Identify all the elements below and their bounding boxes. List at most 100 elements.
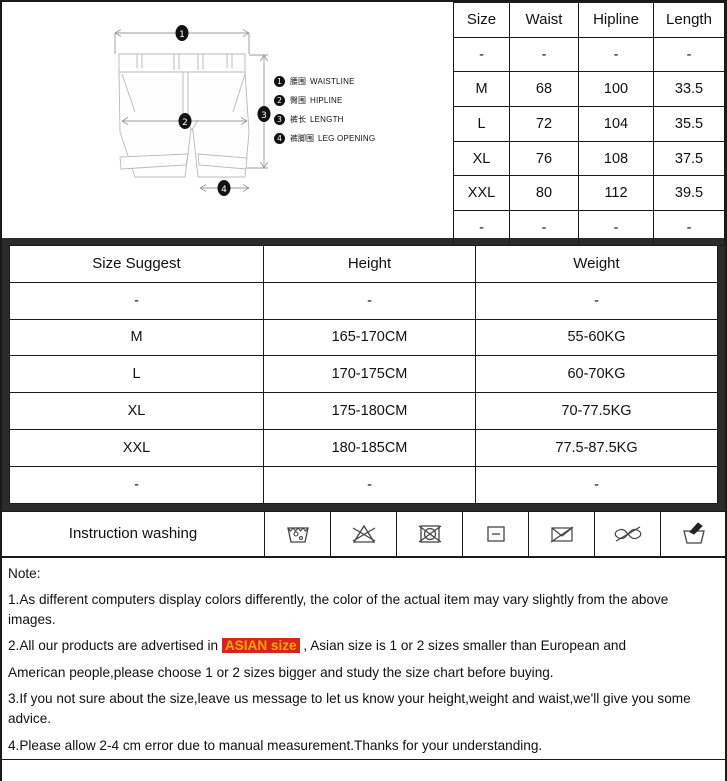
legend-item-length: 3 裤长 LENGTH xyxy=(274,110,375,129)
table-row: XXL 180-185CM 77.5-87.5KG xyxy=(9,428,718,467)
cell-length: 37.5 xyxy=(653,140,725,177)
legend-label-en-hipline: HIPLINE xyxy=(310,96,343,105)
legend-label-cn-length: 裤长 xyxy=(290,115,306,124)
legend-item-hipline: 2 臀围 HIPLINE xyxy=(274,91,375,110)
table-row: - - - - xyxy=(453,210,725,246)
cell-weight: 55-60KG xyxy=(475,318,718,357)
cell-waist: 80 xyxy=(509,175,579,212)
cell-height: - xyxy=(263,281,476,320)
table-row: XXL 80 112 39.5 xyxy=(453,175,725,212)
top-section: 1 2 3 4 1 腰围 WAISTLINE 2 臀围 HIPLINE 3 裤长… xyxy=(2,2,725,246)
table-row: - - - xyxy=(9,281,718,320)
diagram-marker-2: 2 xyxy=(178,113,192,129)
svg-text:3: 3 xyxy=(261,111,267,121)
note-title: Note: xyxy=(8,565,41,581)
cell-height: 180-185CM xyxy=(263,428,476,467)
cell-size: - xyxy=(453,210,510,246)
cell-size: XL xyxy=(453,140,510,177)
cell-waist: 76 xyxy=(509,140,579,177)
cell-waist: - xyxy=(509,210,579,246)
header-height: Height xyxy=(263,245,476,283)
legend-label-en-length: LENGTH xyxy=(310,115,344,124)
cell-length: 35.5 xyxy=(653,106,725,142)
table-row: M 68 100 33.5 xyxy=(453,71,725,108)
header-weight: Weight xyxy=(475,245,718,283)
do-not-drip-dry-icon xyxy=(528,510,595,557)
shorts-diagram: 1 2 3 4 1 腰围 WAISTLINE 2 臀围 HIPLINE 3 裤长… xyxy=(2,2,457,238)
cell-waist: 68 xyxy=(509,71,579,108)
legend-item-waistline: 1 腰围 WAISTLINE xyxy=(274,72,375,91)
cell-size: XXL xyxy=(453,175,510,212)
cell-size: XXL xyxy=(9,428,264,467)
legend-label-en-waistline: WAISTLINE xyxy=(310,77,355,86)
size-suggest-table: Size Suggest Height Weight - - - M 165-1… xyxy=(9,245,718,504)
table-row: XL 175-180CM 70-77.5KG xyxy=(9,392,718,430)
cell-size: - xyxy=(453,36,510,73)
cell-waist: - xyxy=(509,36,579,73)
table-row: XL 76 108 37.5 xyxy=(453,140,725,177)
washing-instructions-row: Instruction washing xyxy=(2,510,726,557)
table-row: - - - xyxy=(9,465,718,504)
cell-hipline: 108 xyxy=(578,140,654,177)
note-line-3: 3.If you not sure about the size,leave u… xyxy=(8,691,691,726)
header-length: Length xyxy=(653,2,725,38)
shorts-technical-drawing-icon: 1 2 3 4 xyxy=(114,25,271,196)
cell-length: - xyxy=(653,36,725,73)
header-waist: Waist xyxy=(509,2,579,38)
table-row: M 165-170CM 55-60KG xyxy=(9,318,718,357)
cell-hipline: 112 xyxy=(578,175,654,212)
table-header-row: Size Suggest Height Weight xyxy=(9,245,718,283)
cell-size: M xyxy=(453,71,510,108)
hand-wash-icon xyxy=(660,510,726,557)
svg-text:4: 4 xyxy=(221,185,227,195)
table-row: - - - - xyxy=(453,36,725,73)
note-line-2-part-b: , Asian size is 1 or 2 sizes smaller tha… xyxy=(299,638,627,654)
legend-label-cn-leg-opening: 裤脚围 xyxy=(290,134,314,143)
cell-height: 170-175CM xyxy=(263,355,476,394)
diagram-marker-4: 4 xyxy=(217,180,231,196)
size-chart-page: 1 2 3 4 1 腰围 WAISTLINE 2 臀围 HIPLINE 3 裤长… xyxy=(0,0,727,781)
svg-text:1: 1 xyxy=(179,30,185,40)
cell-height: 175-180CM xyxy=(263,392,476,430)
cell-size: XL xyxy=(9,392,264,430)
cell-waist: 72 xyxy=(509,106,579,142)
cell-size: M xyxy=(9,318,264,357)
table-row: L 72 104 35.5 xyxy=(453,106,725,142)
legend-badge-3: 3 xyxy=(274,114,285,125)
diagram-marker-3: 3 xyxy=(257,106,271,122)
cell-hipline: - xyxy=(578,36,654,73)
cell-hipline: - xyxy=(578,210,654,246)
cell-size: - xyxy=(9,281,264,320)
cell-size: L xyxy=(453,106,510,142)
size-suggest-section: Size Suggest Height Weight - - - M 165-1… xyxy=(2,245,725,511)
legend-badge-4: 4 xyxy=(274,133,285,144)
legend-label-cn-waistline: 腰围 xyxy=(290,77,306,86)
cell-weight: 70-77.5KG xyxy=(475,392,718,430)
svg-text:2: 2 xyxy=(182,118,188,128)
diagram-marker-1: 1 xyxy=(175,25,189,41)
machine-wash-icon xyxy=(264,510,331,557)
do-not-bleach-icon xyxy=(330,510,397,557)
cell-weight: 60-70KG xyxy=(475,355,718,394)
legend-label-en-leg-opening: LEG OPENING xyxy=(318,134,376,143)
legend-item-leg-opening: 4 裤脚围 LEG OPENING xyxy=(274,129,375,148)
cell-length: 33.5 xyxy=(653,71,725,108)
note-line-2-continued: American people,please choose 1 or 2 siz… xyxy=(8,664,554,680)
cell-length: 39.5 xyxy=(653,175,725,212)
legend-badge-1: 1 xyxy=(274,76,285,87)
table-header-row: Size Waist Hipline Length xyxy=(453,2,725,38)
cell-size: L xyxy=(9,355,264,394)
cell-weight: 77.5-87.5KG xyxy=(475,428,718,467)
cell-height: - xyxy=(263,465,476,504)
cell-weight: - xyxy=(475,281,718,320)
note-line-4: 4.Please allow 2-4 cm error due to manua… xyxy=(8,737,543,753)
measurement-legend: 1 腰围 WAISTLINE 2 臀围 HIPLINE 3 裤长 LENGTH … xyxy=(274,72,375,148)
header-hipline: Hipline xyxy=(578,2,654,38)
instruction-washing-label: Instruction washing xyxy=(2,510,265,557)
legend-badge-2: 2 xyxy=(274,95,285,106)
legend-label-cn-hipline: 臀围 xyxy=(290,96,306,105)
note-section: Note: 1.As different computers display c… xyxy=(2,556,725,761)
cell-size: - xyxy=(9,465,264,504)
asian-size-highlight: ASIAN size xyxy=(221,638,300,654)
note-line-2: 2.All our products are advertised in ASI… xyxy=(8,636,719,656)
